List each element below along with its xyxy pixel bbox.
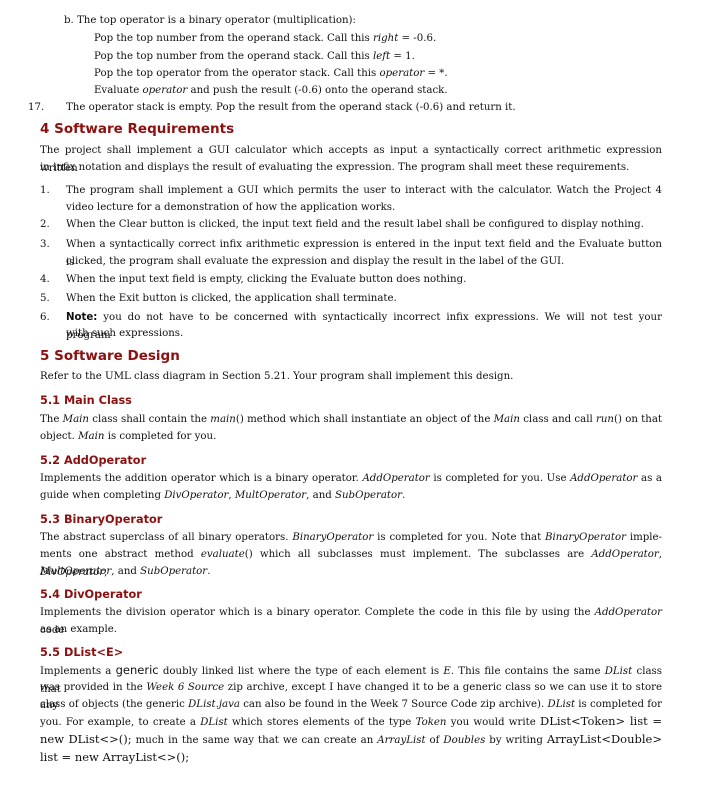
section-5-4-text: Implements the division operator which i… — [40, 607, 662, 636]
algorithm-line: Evaluate operator and push the result (-… — [94, 85, 448, 96]
section-5-1-text: The Main class shall contain the main() … — [40, 414, 662, 425]
section-5-1-text: object. Main is completed for you. — [40, 431, 217, 442]
requirement-4: When the input text field is empty, clic… — [66, 274, 467, 285]
note-label: Note: — [66, 312, 98, 323]
code-snippet: list = new ArrayList<>(); — [40, 750, 190, 764]
section-4-intro: in infix notation and displays the resul… — [40, 162, 630, 173]
algorithm-step-17-number: 17. — [28, 102, 45, 113]
algorithm-step-b: b. The top operator is a binary operator… — [64, 15, 356, 26]
requirement-number: 1. — [40, 185, 50, 196]
section-5-intro: Refer to the UML class diagram in Sectio… — [40, 371, 514, 382]
section-5-2-text: Implements the addition operator which i… — [40, 473, 662, 484]
section-5-3-text: MultOperator, and SubOperator. — [40, 566, 211, 577]
section-4-heading: 4 Software Requirements — [40, 121, 235, 137]
requirement-number: 3. — [40, 239, 50, 250]
algorithm-line: Pop the top number from the operand stac… — [94, 33, 437, 44]
section-5-heading: 5 Software Design — [40, 348, 180, 364]
section-5-1-heading: 5.1 Main Class — [40, 394, 132, 407]
section-5-3-heading: 5.3 BinaryOperator — [40, 513, 163, 526]
section-5-5-text: new DList<>(); much in the same way that… — [40, 732, 662, 746]
requirement-1: The program shall implement a GUI which … — [66, 185, 662, 196]
section-5-5-text: class of objects (the generic DList.java… — [40, 699, 662, 710]
section-5-4-text: as an example. — [40, 624, 117, 635]
section-5-5-text: you. For example, to create a DList whic… — [40, 714, 662, 728]
code-snippet: new DList<>(); — [40, 732, 132, 746]
algorithm-line: Pop the top number from the operand stac… — [94, 51, 415, 62]
code-snippet: ArrayList<Double> — [546, 732, 662, 746]
requirement-6-cont: with such expressions. — [66, 328, 184, 339]
requirement-2: When the Clear button is clicked, the in… — [66, 219, 644, 230]
requirement-number: 5. — [40, 293, 50, 304]
section-5-5-heading: 5.5 DList<E> — [40, 646, 124, 659]
algorithm-line: Pop the top operator from the operator s… — [94, 68, 448, 79]
section-5-2-text: guide when completing DivOperator, MultO… — [40, 490, 406, 501]
requirement-number: 2. — [40, 219, 50, 230]
requirement-1-cont: video lecture for a demonstration of how… — [66, 202, 396, 213]
section-5-2-heading: 5.2 AddOperator — [40, 454, 147, 467]
requirement-3-cont: clicked, the program shall evaluate the … — [66, 256, 565, 267]
requirement-5: When the Exit button is clicked, the app… — [66, 293, 397, 304]
section-5-3-text: The abstract superclass of all binary op… — [40, 532, 662, 543]
requirement-number: 4. — [40, 274, 50, 285]
code-snippet: DList<Token> list = — [539, 714, 662, 728]
section-5-4-heading: 5.4 DivOperator — [40, 588, 142, 601]
requirement-number: 6. — [40, 312, 50, 323]
algorithm-step-17: The operator stack is empty. Pop the res… — [66, 102, 516, 113]
